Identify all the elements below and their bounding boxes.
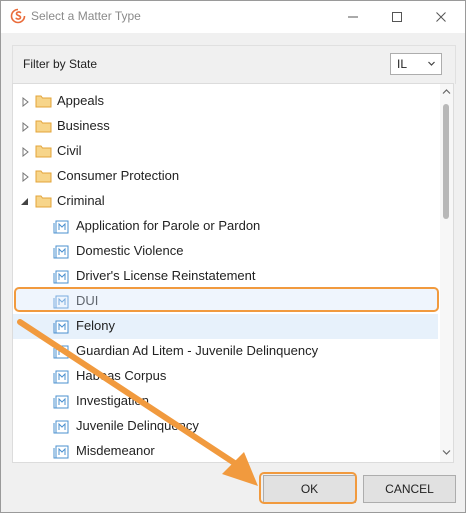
matter-template-icon bbox=[53, 445, 69, 459]
dialog-window: Select a Matter Type Filter by State IL … bbox=[0, 0, 466, 513]
tree-item-habeas-corpus[interactable]: Habeas Corpus bbox=[13, 364, 438, 389]
folder-icon bbox=[35, 170, 52, 183]
filter-bar: Filter by State IL bbox=[12, 45, 456, 84]
tree-item-label: Business bbox=[57, 118, 110, 133]
matter-template-icon bbox=[53, 345, 69, 359]
tree-item-domestic-violence[interactable]: Domestic Violence bbox=[13, 239, 438, 264]
folder-icon bbox=[35, 120, 52, 133]
maximize-button[interactable] bbox=[375, 1, 419, 33]
tree-item-label: Domestic Violence bbox=[76, 243, 184, 258]
tree-item-business[interactable]: Business bbox=[13, 114, 438, 139]
title-bar: Select a Matter Type bbox=[1, 1, 465, 33]
filter-label: Filter by State bbox=[23, 57, 98, 71]
tree-item-application-for-parole[interactable]: Application for Parole or Pardon bbox=[13, 214, 438, 239]
tree-item-investigation[interactable]: Investigation bbox=[13, 389, 438, 414]
window-title: Select a Matter Type bbox=[31, 9, 141, 23]
tree-item-criminal[interactable]: Criminal bbox=[13, 189, 438, 214]
dui-highlight-callout bbox=[14, 287, 439, 312]
tree-item-guardian-ad-litem[interactable]: Guardian Ad Litem - Juvenile Delinquency bbox=[13, 339, 438, 364]
tree-item-appeals[interactable]: Appeals bbox=[13, 89, 438, 114]
expand-arrow-icon[interactable] bbox=[22, 147, 29, 157]
scroll-up-icon[interactable] bbox=[442, 88, 451, 95]
tree-item-label: Consumer Protection bbox=[57, 168, 180, 183]
state-select-value: IL bbox=[397, 57, 408, 71]
tree-item-drivers-license[interactable]: Driver's License Reinstatement bbox=[13, 264, 438, 289]
tree-item-label: Investigation bbox=[76, 393, 149, 408]
chevron-down-icon bbox=[428, 61, 435, 66]
tree-item-label: Misdemeanor bbox=[76, 443, 155, 458]
tree-item-label: Habeas Corpus bbox=[76, 368, 167, 383]
tree-item-label: Driver's License Reinstatement bbox=[76, 268, 256, 283]
cancel-button[interactable]: CANCEL bbox=[363, 475, 456, 503]
collapse-arrow-icon[interactable] bbox=[20, 197, 29, 206]
matter-template-icon bbox=[53, 220, 69, 234]
matter-template-icon bbox=[53, 370, 69, 384]
matter-template-icon bbox=[53, 320, 69, 334]
tree-item-civil[interactable]: Civil bbox=[13, 139, 438, 164]
tree-item-consumer-protection[interactable]: Consumer Protection bbox=[13, 164, 438, 189]
tree-item-label: Juvenile Delinquency bbox=[76, 418, 199, 433]
tree-item-misdemeanor[interactable]: Misdemeanor bbox=[13, 439, 438, 462]
tree-item-juvenile-delinquency[interactable]: Juvenile Delinquency bbox=[13, 414, 438, 439]
tree-item-label: Guardian Ad Litem - Juvenile Delinquency bbox=[76, 343, 319, 358]
vertical-scrollbar[interactable] bbox=[440, 84, 453, 462]
matter-template-icon bbox=[53, 420, 69, 434]
maximize-icon bbox=[392, 12, 402, 22]
matter-type-tree: Appeals Business Civil Consumer Protecti… bbox=[12, 83, 454, 463]
expand-arrow-icon[interactable] bbox=[22, 122, 29, 132]
state-select[interactable]: IL bbox=[390, 53, 442, 75]
tree-item-label: Application for Parole or Pardon bbox=[76, 218, 261, 233]
scroll-thumb[interactable] bbox=[443, 104, 449, 219]
matter-template-icon bbox=[53, 270, 69, 284]
tree-item-felony[interactable]: Felony bbox=[13, 314, 438, 339]
scroll-down-icon[interactable] bbox=[442, 449, 451, 456]
close-button[interactable] bbox=[419, 1, 463, 33]
matter-template-icon bbox=[53, 395, 69, 409]
minimize-button[interactable] bbox=[331, 1, 375, 33]
app-logo-icon bbox=[10, 8, 26, 24]
minimize-icon bbox=[348, 16, 358, 18]
expand-arrow-icon[interactable] bbox=[22, 172, 29, 182]
tree-item-label: Criminal bbox=[57, 193, 105, 208]
folder-icon bbox=[35, 95, 52, 108]
tree-item-label: Felony bbox=[76, 318, 116, 333]
close-icon bbox=[436, 12, 446, 22]
folder-icon bbox=[35, 145, 52, 158]
folder-icon bbox=[35, 195, 52, 208]
ok-highlight-callout bbox=[259, 472, 357, 504]
tree-item-label: Appeals bbox=[57, 93, 104, 108]
expand-arrow-icon[interactable] bbox=[22, 97, 29, 107]
tree-item-label: Civil bbox=[57, 143, 82, 158]
matter-template-icon bbox=[53, 245, 69, 259]
